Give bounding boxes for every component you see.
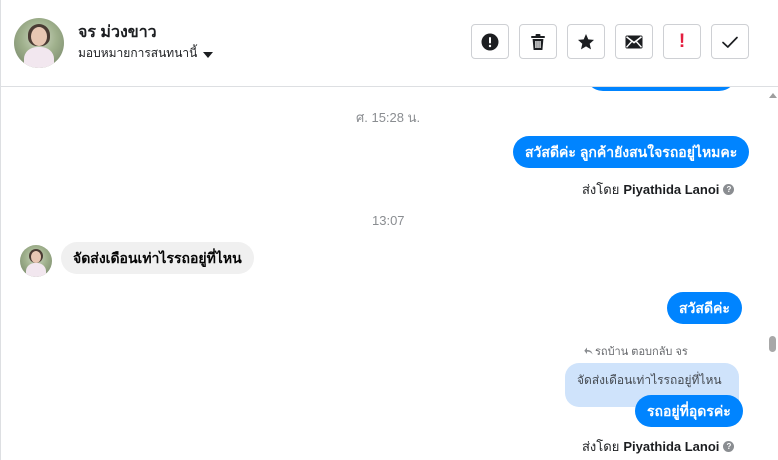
timestamp: ศ. 15:28 น. [356, 110, 421, 125]
assign-conversation-dropdown[interactable]: มอบหมายการสนทนานี้ [78, 44, 214, 63]
mark-unread-button[interactable] [615, 24, 653, 59]
reply-note: รถบ้าน ตอบกลับ จร [584, 342, 688, 360]
reply-arrow-icon [584, 347, 593, 355]
sent-by-prefix: ส่งโดย [582, 439, 620, 454]
mark-done-button[interactable] [711, 24, 749, 59]
outgoing-message[interactable]: สวัสดีค่ะ ลูกค้ายังสนใจรถอยู่ไหมคะ [513, 136, 750, 168]
caret-down-icon [203, 51, 214, 58]
contact-avatar-small[interactable] [20, 245, 52, 277]
conversation-header: จร ม่วงขาว มอบหมายการสนทนานี้ ! [1, 0, 778, 87]
spam-button[interactable] [471, 24, 509, 59]
sent-by-prefix: ส่งโดย [582, 182, 620, 197]
trash-icon [531, 33, 545, 50]
sender-name: Piyathida Lanoi [623, 439, 720, 454]
exclamation-icon: ! [678, 31, 686, 52]
outgoing-message[interactable]: สวัสดีค่ะ [667, 292, 742, 324]
envelope-icon [625, 35, 643, 48]
previous-message-bubble [585, 87, 737, 91]
contact-name[interactable]: จร ม่วงขาว [78, 20, 157, 45]
thread-scrollbar[interactable] [768, 88, 778, 460]
contact-avatar[interactable] [14, 18, 64, 68]
assign-label: มอบหมายการสนทนานี้ [78, 46, 198, 60]
incoming-message[interactable]: จัดส่งเดือนเท่าไรรถอยู่ที่ไหน [61, 242, 254, 274]
sent-by-label: ส่งโดย Piyathida Lanoi ? [582, 179, 735, 200]
outgoing-message[interactable]: รถอยู่ที่อุดรค่ะ [635, 395, 743, 427]
scroll-up-arrow-icon[interactable] [769, 93, 777, 98]
checkmark-icon [722, 36, 738, 48]
follow-up-button[interactable]: ! [663, 24, 701, 59]
delete-button[interactable] [519, 24, 557, 59]
sent-by-label: ส่งโดย Piyathida Lanoi ? [582, 436, 735, 457]
star-icon [578, 33, 594, 49]
reply-note-text: รถบ้าน ตอบกลับ จร [595, 346, 688, 358]
star-button[interactable] [567, 24, 605, 59]
scrollbar-thumb[interactable] [769, 336, 776, 352]
alert-circle-icon [481, 33, 499, 50]
info-icon[interactable]: ? [723, 184, 735, 195]
sender-name: Piyathida Lanoi [623, 182, 720, 197]
timestamp: 13:07 [372, 213, 405, 228]
info-icon[interactable]: ? [723, 441, 735, 452]
message-thread[interactable]: ศ. 15:28 น. สวัสดีค่ะ ลูกค้ายังสนใจรถอยู… [1, 87, 778, 460]
